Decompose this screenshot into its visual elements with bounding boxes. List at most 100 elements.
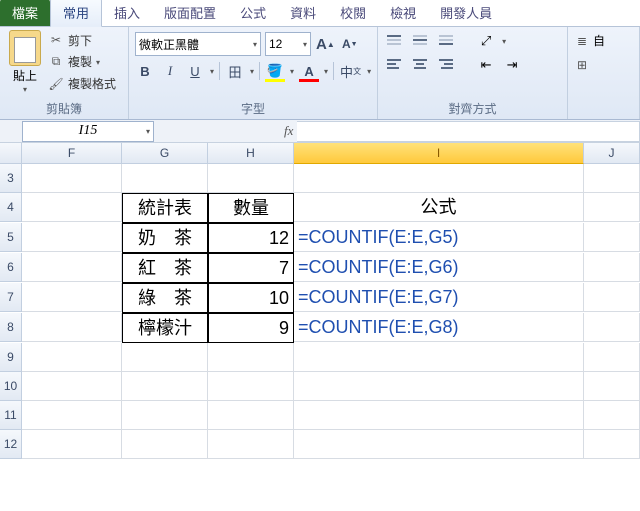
row-header[interactable]: 7 bbox=[0, 283, 22, 312]
cell-I5[interactable]: =COUNTIF(E:E,G5) bbox=[294, 223, 584, 252]
font-color-button[interactable]: A bbox=[299, 62, 319, 80]
row-header[interactable]: 11 bbox=[0, 401, 22, 430]
col-header-I[interactable]: I bbox=[294, 143, 584, 164]
row-header[interactable]: 5 bbox=[0, 223, 22, 252]
row-header[interactable]: 8 bbox=[0, 313, 22, 342]
worksheet-grid[interactable]: F G H I J 3 4 統計表 數量 公式 5 奶 茶 12 =COUNTI… bbox=[0, 143, 640, 459]
tab-data[interactable]: 資料 bbox=[278, 0, 328, 26]
tab-view[interactable]: 檢視 bbox=[378, 0, 428, 26]
cell[interactable] bbox=[22, 401, 122, 430]
merge-button[interactable]: ⊞ bbox=[574, 57, 633, 73]
col-header-H[interactable]: H bbox=[208, 143, 294, 164]
cell-G8[interactable]: 檸檬汁 bbox=[122, 313, 208, 343]
phonetic-button[interactable]: 中文 bbox=[339, 62, 362, 80]
decrease-indent-button[interactable]: ⇤ bbox=[476, 56, 496, 74]
cell[interactable] bbox=[294, 164, 584, 193]
cell[interactable] bbox=[22, 343, 122, 372]
copy-button[interactable]: ⧉複製 ▾ bbox=[48, 53, 116, 70]
tab-review[interactable]: 校閱 bbox=[328, 0, 378, 26]
cell[interactable] bbox=[22, 193, 122, 222]
cell[interactable] bbox=[22, 372, 122, 401]
cut-button[interactable]: ✂剪下 bbox=[48, 32, 116, 49]
cell-H7[interactable]: 10 bbox=[208, 283, 294, 313]
cell[interactable] bbox=[22, 253, 122, 282]
cell-I8[interactable]: =COUNTIF(E:E,G8) bbox=[294, 313, 584, 342]
cell-G4[interactable]: 統計表 bbox=[122, 193, 208, 223]
tab-formulas[interactable]: 公式 bbox=[228, 0, 278, 26]
cell[interactable] bbox=[208, 164, 294, 193]
cell[interactable] bbox=[584, 223, 640, 252]
cell[interactable] bbox=[584, 372, 640, 401]
increase-font-icon[interactable]: A▲ bbox=[315, 35, 336, 53]
chevron-down-icon[interactable]: ▾ bbox=[23, 85, 27, 94]
paste-button[interactable]: 貼上 ▾ bbox=[6, 30, 44, 94]
font-name-select[interactable]: 微軟正黑體▾ bbox=[135, 32, 261, 56]
align-right-button[interactable] bbox=[436, 56, 456, 74]
cell[interactable] bbox=[22, 430, 122, 459]
italic-button[interactable]: I bbox=[160, 62, 180, 80]
cell-H6[interactable]: 7 bbox=[208, 253, 294, 283]
cell[interactable] bbox=[122, 430, 208, 459]
fx-icon[interactable]: fx bbox=[284, 123, 293, 139]
cell[interactable] bbox=[584, 164, 640, 193]
cell-G6[interactable]: 紅 茶 bbox=[122, 253, 208, 283]
col-header-J[interactable]: J bbox=[584, 143, 640, 164]
cell[interactable] bbox=[584, 193, 640, 222]
wrap-text-button[interactable]: ≣自 bbox=[574, 32, 633, 49]
cell[interactable] bbox=[584, 283, 640, 312]
format-painter-button[interactable]: 🖌複製格式 bbox=[48, 75, 116, 92]
cell[interactable] bbox=[122, 372, 208, 401]
font-size-select[interactable]: 12▾ bbox=[265, 32, 311, 56]
cell[interactable] bbox=[584, 313, 640, 342]
cell[interactable] bbox=[22, 313, 122, 342]
row-header[interactable]: 6 bbox=[0, 253, 22, 282]
tab-file[interactable]: 檔案 bbox=[0, 0, 50, 26]
cell[interactable] bbox=[22, 283, 122, 312]
bold-button[interactable]: B bbox=[135, 62, 155, 80]
chevron-down-icon[interactable]: ▾ bbox=[324, 67, 328, 76]
row-header[interactable]: 12 bbox=[0, 430, 22, 459]
cell[interactable] bbox=[122, 164, 208, 193]
cell[interactable] bbox=[208, 401, 294, 430]
chevron-down-icon[interactable]: ▾ bbox=[250, 67, 254, 76]
cell[interactable] bbox=[584, 343, 640, 372]
col-header-G[interactable]: G bbox=[122, 143, 208, 164]
underline-button[interactable]: U bbox=[185, 62, 205, 80]
cell[interactable] bbox=[208, 343, 294, 372]
align-left-button[interactable] bbox=[384, 56, 404, 74]
align-center-button[interactable] bbox=[410, 56, 430, 74]
cell[interactable] bbox=[208, 372, 294, 401]
row-header[interactable]: 3 bbox=[0, 164, 22, 193]
border-button[interactable]: 田 bbox=[225, 62, 245, 80]
chevron-down-icon[interactable]: ▾ bbox=[502, 37, 506, 46]
decrease-font-icon[interactable]: A▼ bbox=[340, 35, 360, 53]
cell[interactable] bbox=[122, 401, 208, 430]
cell-H5[interactable]: 12 bbox=[208, 223, 294, 253]
cell-I6[interactable]: =COUNTIF(E:E,G6) bbox=[294, 253, 584, 282]
tab-page-layout[interactable]: 版面配置 bbox=[152, 0, 228, 26]
chevron-down-icon[interactable]: ▾ bbox=[210, 67, 214, 76]
col-header-F[interactable]: F bbox=[22, 143, 122, 164]
increase-indent-button[interactable]: ⇥ bbox=[502, 56, 522, 74]
chevron-down-icon[interactable]: ▾ bbox=[290, 67, 294, 76]
row-header[interactable]: 10 bbox=[0, 372, 22, 401]
cell-I7[interactable]: =COUNTIF(E:E,G7) bbox=[294, 283, 584, 312]
cell-H8[interactable]: 9 bbox=[208, 313, 294, 343]
cell[interactable] bbox=[584, 401, 640, 430]
cell[interactable] bbox=[208, 430, 294, 459]
cell[interactable] bbox=[122, 343, 208, 372]
orientation-button[interactable]: ⤢ bbox=[476, 32, 496, 50]
tab-developer[interactable]: 開發人員 bbox=[428, 0, 504, 26]
select-all-corner[interactable] bbox=[0, 143, 22, 164]
align-middle-button[interactable] bbox=[410, 32, 430, 50]
chevron-down-icon[interactable]: ▾ bbox=[146, 127, 150, 136]
cell[interactable] bbox=[584, 253, 640, 282]
cell[interactable] bbox=[294, 401, 584, 430]
fill-color-button[interactable]: 🪣 bbox=[265, 62, 285, 80]
tab-insert[interactable]: 插入 bbox=[102, 0, 152, 26]
formula-bar[interactable] bbox=[297, 121, 640, 142]
cell[interactable] bbox=[584, 430, 640, 459]
cell[interactable] bbox=[294, 430, 584, 459]
tab-home[interactable]: 常用 bbox=[50, 0, 102, 27]
align-top-button[interactable] bbox=[384, 32, 404, 50]
